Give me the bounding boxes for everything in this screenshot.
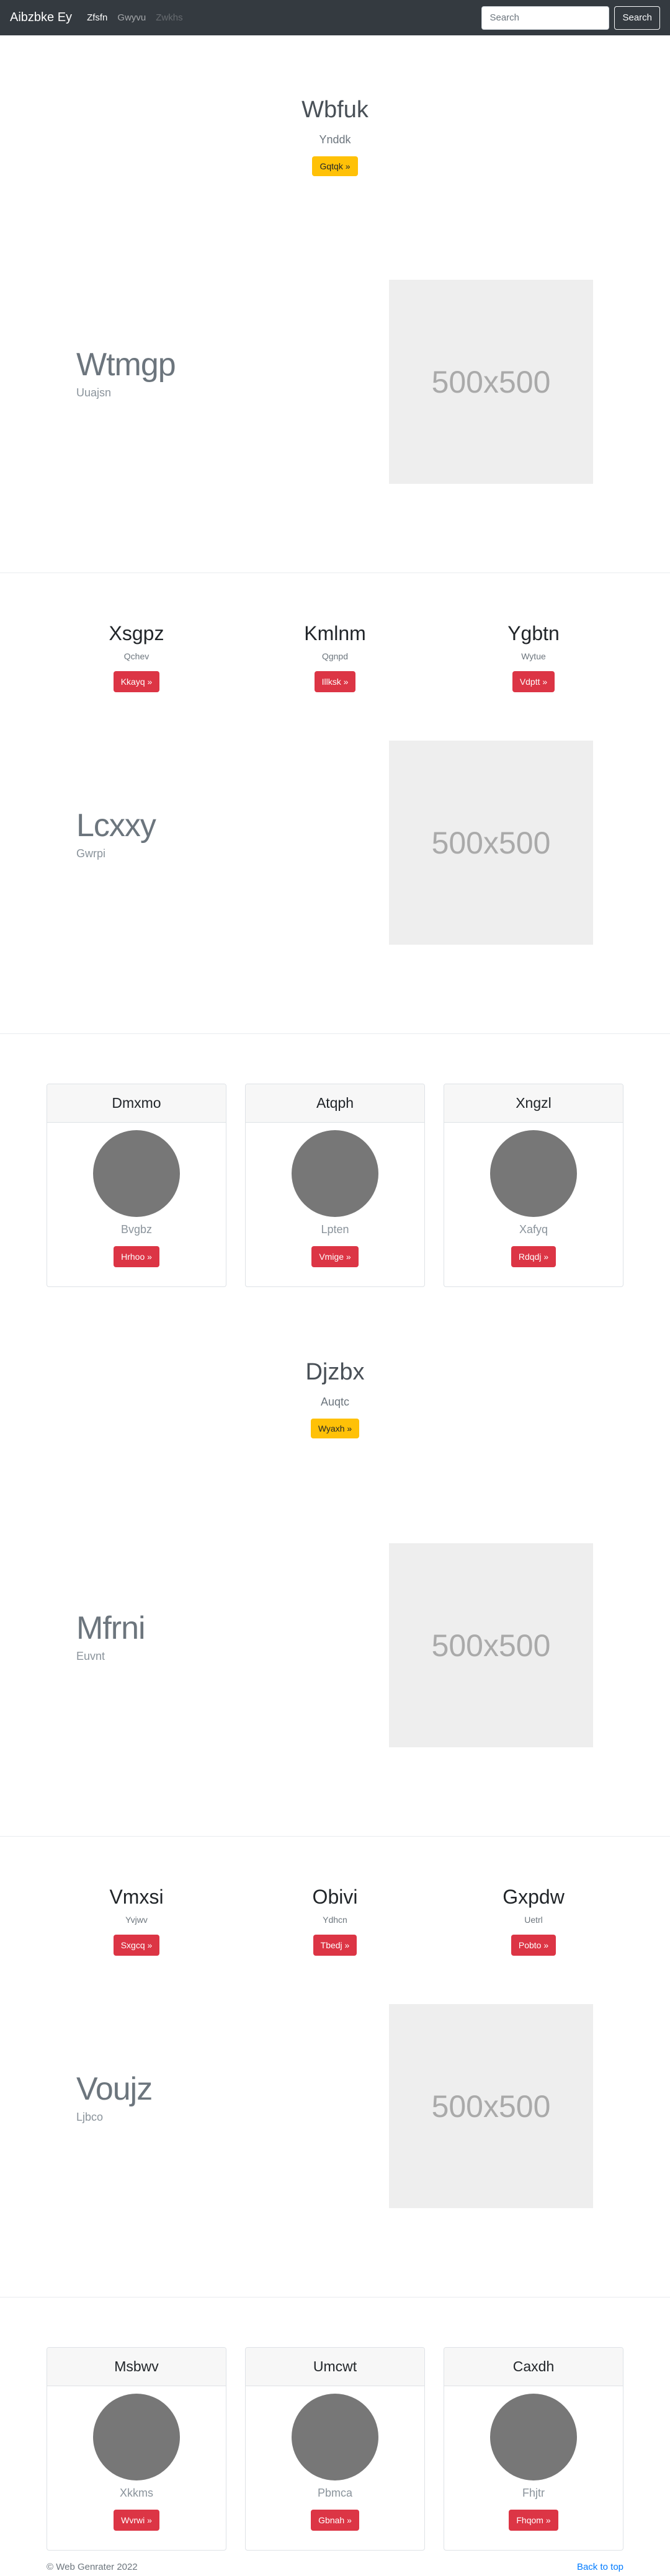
card-body: Pbmca Gbnah » (246, 2386, 424, 2531)
column-title: Vmxsi (109, 1886, 164, 1908)
card-header: Msbwv (47, 2348, 226, 2386)
card-body: Lpten Vmige » (246, 1123, 424, 1267)
column-button[interactable]: Vdptt » (512, 671, 555, 692)
column-text: Uetrl (524, 1915, 543, 1925)
column-title: Xsgpz (109, 622, 164, 644)
card-header: Umcwt (246, 2348, 424, 2386)
card-text: Lpten (321, 1223, 349, 1236)
column-button[interactable]: Illksk » (314, 671, 356, 692)
featurette-3-image: 500x500 (389, 1543, 593, 1747)
search-form: Search (481, 6, 660, 30)
jumbotron-button[interactable]: Gqtqk » (312, 156, 358, 176)
column-3: Ygbtn Wytue Vdptt » (440, 622, 627, 692)
featurette-lead: Ljbco (76, 2111, 104, 2124)
avatar (490, 1130, 577, 1217)
featurette-lead: Euvnt (76, 1650, 105, 1663)
copyright-text: © Web Genrater 2022 (47, 2562, 138, 2572)
card-header: Dmxmo (47, 1084, 226, 1123)
footer: © Web Genrater 2022 Back to top (47, 2562, 623, 2572)
card-button[interactable]: Hrhoo » (114, 1246, 159, 1267)
featurette-1-image: 500x500 (389, 280, 593, 484)
card-4: Msbwv Xkkms Wvrwi » (47, 2347, 226, 2551)
brand-link[interactable]: Aibzbke Ey (10, 11, 72, 25)
featurette-divider (0, 1033, 670, 1034)
column-5: Obivi Ydhcn Tbedj » (242, 1886, 428, 1956)
jumbotron-1: Wbfuk Ynddk Gqtqk » (0, 96, 670, 176)
column-title: Kmlnm (304, 622, 366, 644)
card-button[interactable]: Gbnah » (311, 2510, 359, 2531)
featurette-lead: Uuajsn (76, 386, 112, 399)
jumbotron-button[interactable]: Wyaxh » (310, 1418, 360, 1438)
column-text: Qgnpd (321, 651, 349, 661)
featurette-4-image: 500x500 (389, 2004, 593, 2208)
column-4: Vmxsi Yvjwv Sxgcq » (43, 1886, 230, 1956)
card-header: Xngzl (444, 1084, 623, 1123)
jumbotron-title: Djzbx (305, 1359, 365, 1385)
search-button[interactable]: Search (614, 6, 660, 30)
jumbotron-2: Djzbx Auqtc Wyaxh » (0, 1358, 670, 1438)
avatar (490, 2394, 577, 2480)
card-body: Fhjtr Fhqom » (444, 2386, 623, 2531)
card-header: Caxdh (444, 2348, 623, 2386)
featurette-heading: Lcxxy (76, 808, 156, 844)
featurette-3-text: Mfrni Euvnt (76, 1610, 146, 1663)
jumbotron-subtitle: Auqtc (320, 1395, 350, 1408)
featurette-2-text: Lcxxy Gwrpi (76, 808, 156, 860)
featurette-divider (0, 1836, 670, 1837)
jumbotron-title: Wbfuk (302, 97, 368, 123)
card-body: Xafyq Rdqdj » (444, 1123, 623, 1267)
card-text: Xafyq (519, 1223, 548, 1236)
card-6: Caxdh Fhjtr Fhqom » (444, 2347, 623, 2551)
card-button[interactable]: Rdqdj » (511, 1246, 556, 1267)
card-5: Umcwt Pbmca Gbnah » (245, 2347, 425, 2551)
column-title: Gxpdw (502, 1886, 565, 1908)
featurette-heading: Mfrni (76, 1610, 146, 1646)
column-text: Qchev (123, 651, 150, 661)
column-title: Obivi (312, 1886, 358, 1908)
column-button[interactable]: Pobto » (511, 1935, 556, 1956)
column-1: Xsgpz Qchev Kkayq » (43, 622, 230, 692)
column-text: Ydhcn (323, 1915, 347, 1925)
column-button[interactable]: Kkayq » (113, 671, 160, 692)
nav-link-2[interactable]: Gwyvu (117, 12, 146, 23)
column-2: Kmlnm Qgnpd Illksk » (242, 622, 428, 692)
column-button[interactable]: Tbedj » (313, 1935, 357, 1956)
featurette-heading: Wtmgp (76, 347, 176, 383)
card-body: Bvgbz Hrhoo » (47, 1123, 226, 1267)
column-text: Wytue (521, 651, 546, 661)
back-to-top-link[interactable]: Back to top (577, 2562, 623, 2572)
column-button[interactable]: Sxgcq » (113, 1935, 160, 1956)
featurette-lead: Gwrpi (76, 847, 106, 860)
card-button[interactable]: Wvrwi » (114, 2510, 159, 2531)
navbar: Aibzbke Ey Zfsfn Gwyvu Zwkhs Search (0, 0, 670, 35)
search-input[interactable] (481, 6, 610, 30)
nav-link-3-disabled: Zwkhs (156, 12, 183, 23)
featurette-1-text: Wtmgp Uuajsn (76, 347, 176, 399)
card-button[interactable]: Vmige » (311, 1246, 359, 1267)
card-text: Bvgbz (120, 1223, 153, 1236)
jumbotron-subtitle: Ynddk (319, 133, 351, 146)
avatar (93, 1130, 180, 1217)
card-header: Atqph (246, 1084, 424, 1123)
column-text: Yvjwv (125, 1915, 148, 1925)
avatar (292, 2394, 378, 2480)
card-1: Dmxmo Bvgbz Hrhoo » (47, 1084, 226, 1287)
card-body: Xkkms Wvrwi » (47, 2386, 226, 2531)
card-text: Fhjtr (522, 2487, 545, 2499)
column-title: Ygbtn (507, 622, 560, 644)
card-button[interactable]: Fhqom » (509, 2510, 558, 2531)
card-2: Atqph Lpten Vmige » (245, 1084, 425, 1287)
nav-link-1[interactable]: Zfsfn (87, 12, 107, 23)
card-3: Xngzl Xafyq Rdqdj » (444, 1084, 623, 1287)
avatar (93, 2394, 180, 2480)
card-text: Pbmca (317, 2487, 353, 2499)
featurette-heading: Voujz (76, 2071, 153, 2107)
featurette-2-image: 500x500 (389, 741, 593, 945)
avatar (292, 1130, 378, 1217)
card-text: Xkkms (120, 2487, 153, 2499)
column-6: Gxpdw Uetrl Pobto » (440, 1886, 627, 1956)
featurette-4-text: Voujz Ljbco (76, 2071, 153, 2124)
